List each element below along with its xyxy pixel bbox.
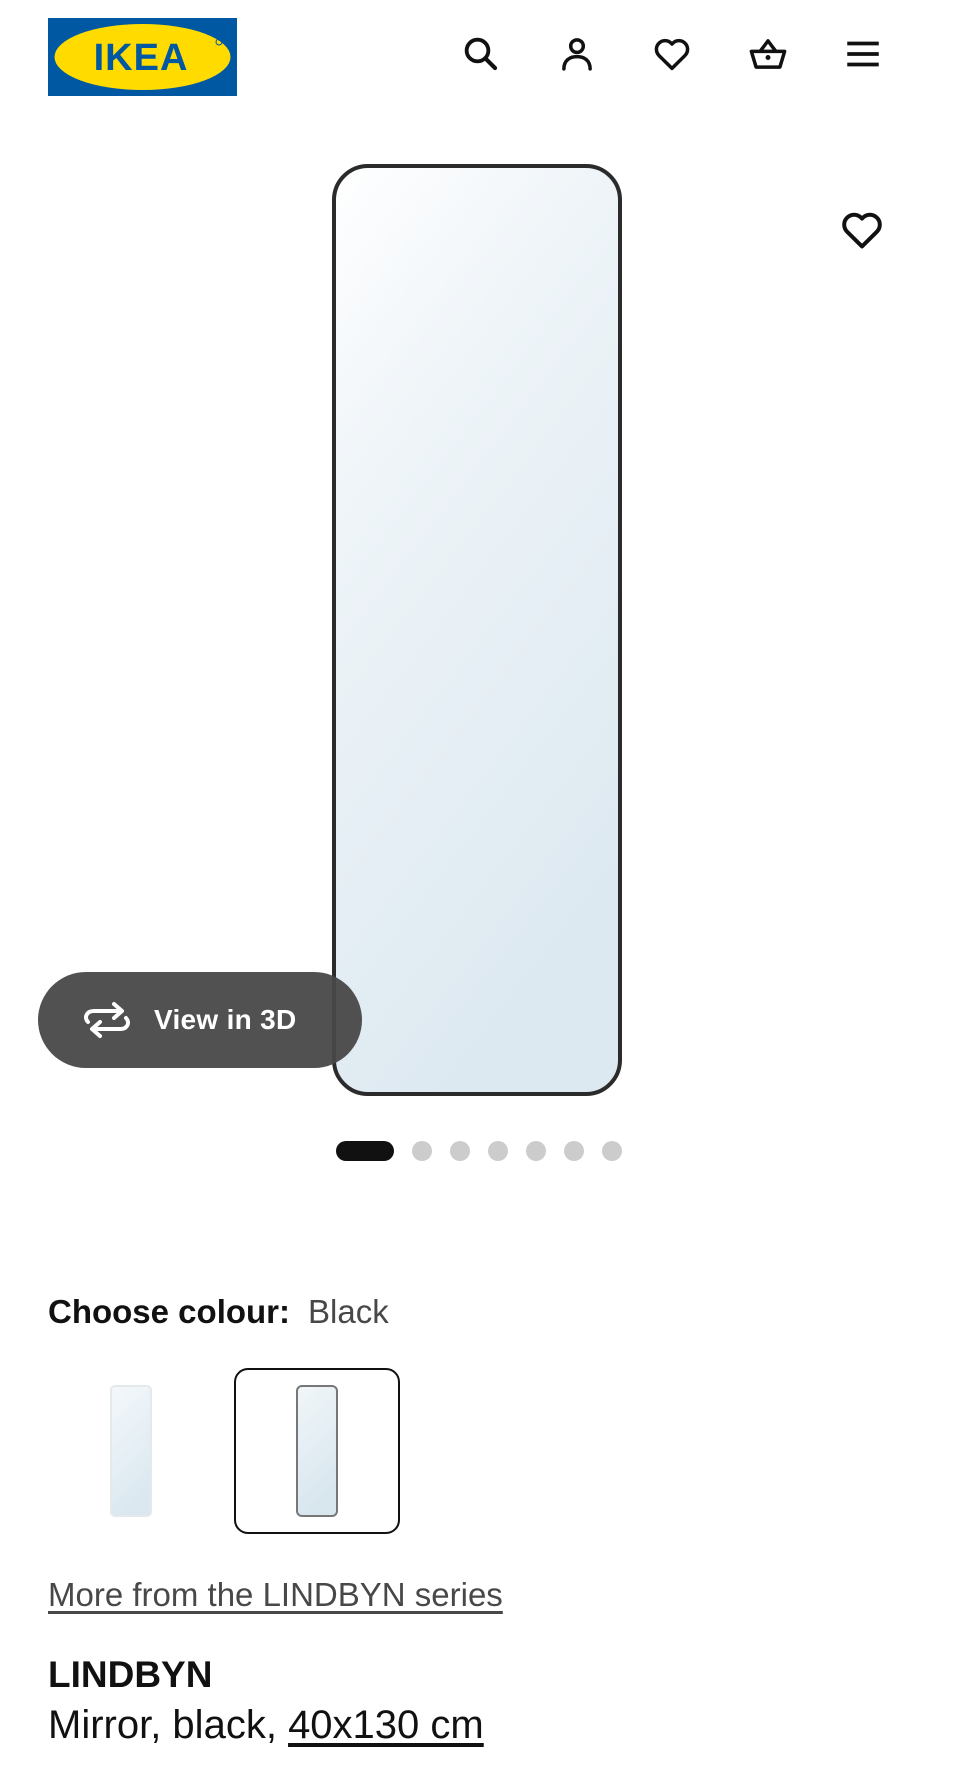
- menu-button[interactable]: [835, 26, 891, 82]
- gallery-dot-5[interactable]: [526, 1141, 546, 1161]
- cart-button[interactable]: [740, 26, 796, 82]
- account-button[interactable]: [549, 26, 605, 82]
- favourites-button[interactable]: [644, 26, 700, 82]
- choose-colour-label: Choose colour:: [48, 1293, 291, 1330]
- colour-swatch-white[interactable]: [48, 1368, 214, 1534]
- product-name: LINDBYN: [48, 1654, 213, 1695]
- gallery-pagination: [336, 1140, 640, 1162]
- selected-colour-value: Black: [308, 1293, 389, 1330]
- colour-swatch-black[interactable]: [234, 1368, 400, 1534]
- heart-icon: [654, 38, 690, 71]
- gallery-dot-1[interactable]: [336, 1141, 394, 1161]
- series-link[interactable]: More from the LINDBYN series: [48, 1576, 503, 1614]
- site-header: IKEA: [0, 0, 960, 110]
- rotate-3d-icon: [84, 1002, 130, 1038]
- mirror-product-image: [332, 164, 622, 1096]
- search-button[interactable]: [453, 26, 509, 82]
- gallery-dot-6[interactable]: [564, 1141, 584, 1161]
- black-mirror-thumbnail: [296, 1385, 338, 1517]
- colour-chooser: Choose colour: Black: [48, 1293, 389, 1333]
- add-to-favourites-button[interactable]: [812, 180, 912, 280]
- search-icon: [464, 37, 498, 71]
- ikea-logo-graphic: IKEA: [48, 18, 237, 96]
- white-mirror-thumbnail: [110, 1385, 152, 1517]
- product-gallery[interactable]: View in 3D: [0, 110, 960, 1161]
- view-in-3d-label: View in 3D: [154, 1004, 297, 1035]
- heart-icon: [842, 212, 882, 249]
- ikea-logo[interactable]: IKEA: [48, 18, 237, 96]
- gallery-dot-2[interactable]: [412, 1141, 432, 1161]
- product-type-text: Mirror, black,: [48, 1703, 277, 1747]
- svg-text:IKEA: IKEA: [94, 37, 189, 79]
- cart-icon: [749, 39, 787, 69]
- gallery-dot-3[interactable]: [450, 1141, 470, 1161]
- gallery-dot-4[interactable]: [488, 1141, 508, 1161]
- view-in-3d-button[interactable]: View in 3D: [38, 972, 362, 1068]
- product-size-link[interactable]: 40x130 cm: [288, 1703, 484, 1747]
- product-page: IKEA View in 3D Choose colour: Black Mor…: [0, 0, 960, 1787]
- gallery-dot-7[interactable]: [602, 1141, 622, 1161]
- product-description: Mirror, black, 40x130 cm: [48, 1703, 484, 1748]
- account-icon: [562, 38, 592, 71]
- menu-icon: [847, 41, 879, 67]
